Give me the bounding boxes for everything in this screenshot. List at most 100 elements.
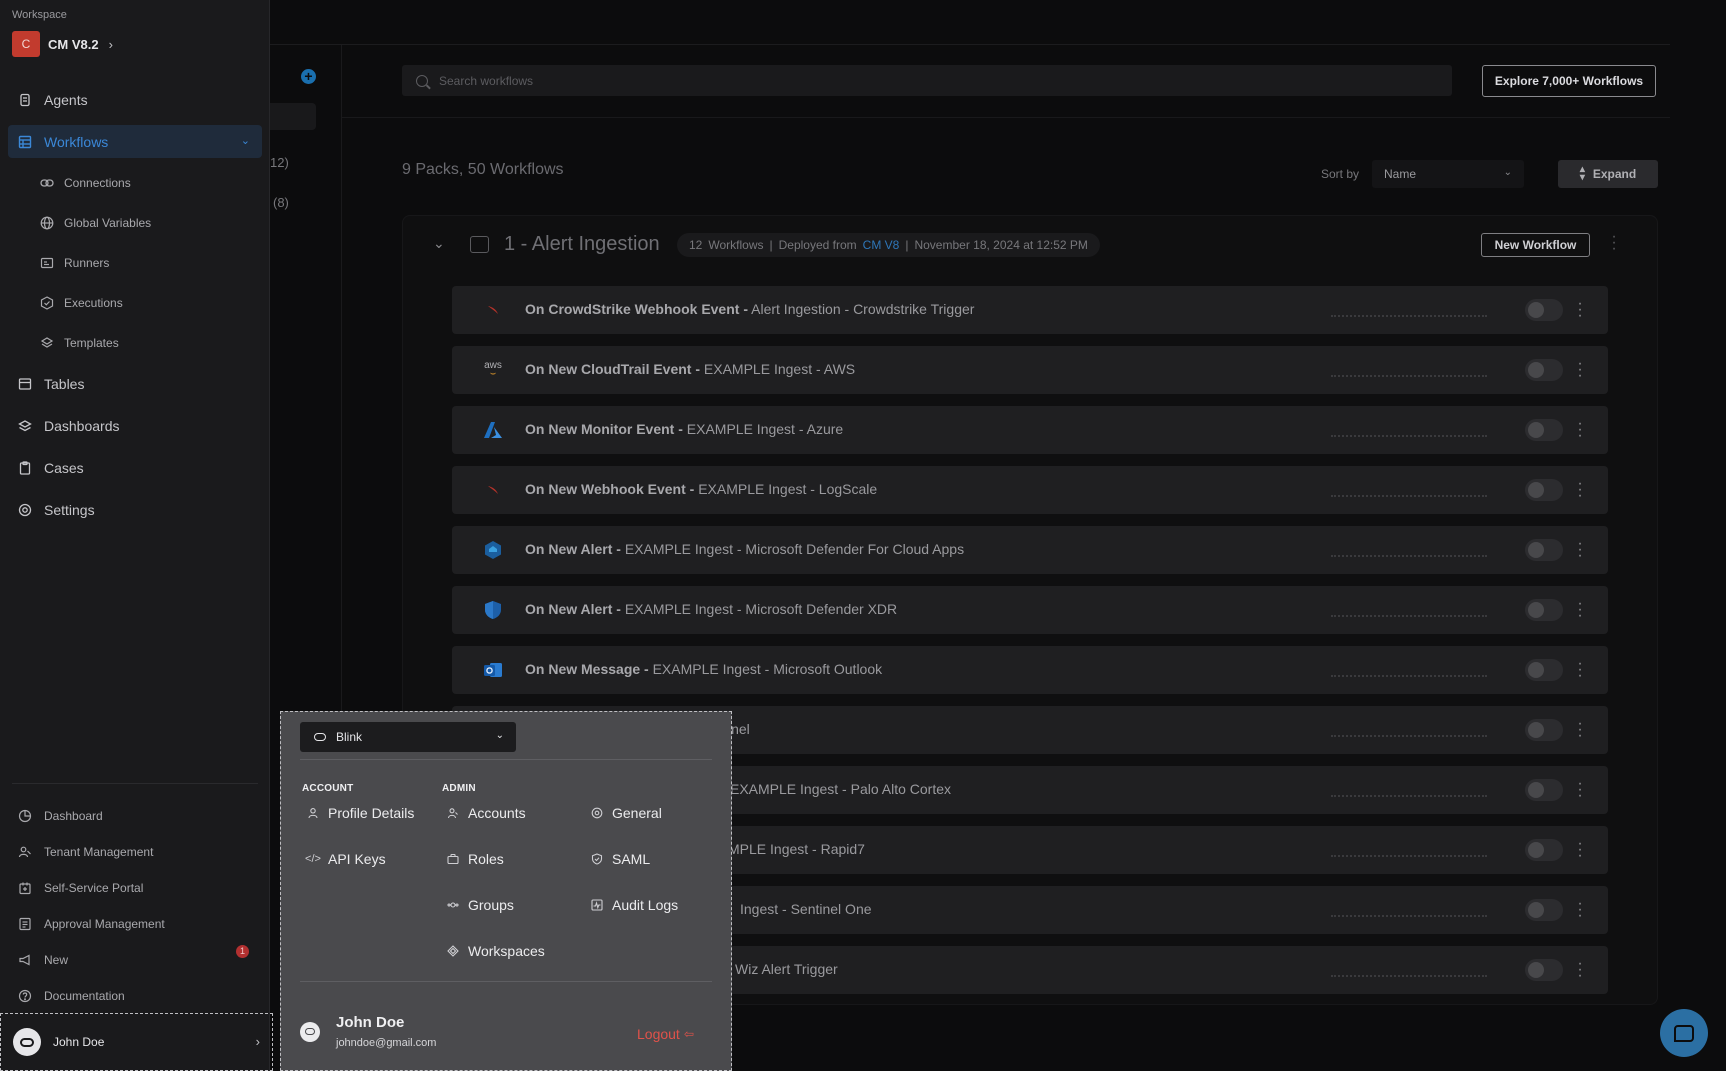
crowdstrike-icon [483,480,503,500]
more-options-icon[interactable]: · · · [1576,656,1584,684]
sidebar-item-runners[interactable]: Runners [8,246,262,279]
more-options-icon[interactable]: · · · [1576,476,1584,504]
pack-more-icon[interactable]: · · · [1610,229,1618,257]
accounts-link[interactable]: Accounts [447,805,526,821]
logout-button[interactable]: Logout ⇦ [637,1026,694,1042]
general-link[interactable]: General [591,805,662,821]
workflow-enable-toggle[interactable] [1525,719,1563,741]
more-options-icon[interactable]: · · · [1576,416,1584,444]
more-options-icon[interactable]: · · · [1576,356,1584,384]
sidebar-item-cases[interactable]: Cases [8,451,262,484]
workflow-enable-toggle[interactable] [1525,419,1563,441]
user-menu-trigger[interactable]: John Doe › [0,1013,273,1071]
workspace-switcher[interactable]: C CM V8.2 › [12,31,113,57]
sidebar-item-tables[interactable]: Tables [8,367,262,400]
sidebar-item-dashboard[interactable]: Dashboard [8,799,262,832]
workflow-name: EXAMPLE Ingest - Microsoft Defender XDR [624,601,898,617]
workflow-enable-toggle[interactable] [1525,299,1563,321]
workflow-enable-toggle[interactable] [1525,839,1563,861]
more-options-icon[interactable]: · · · [1576,296,1584,324]
workflow-enable-toggle[interactable] [1525,539,1563,561]
workflow-row[interactable]: On New Alert - EXAMPLE Ingest - Microsof… [452,586,1608,634]
divider [342,117,1670,118]
workflow-row[interactable]: On CrowdStrike Webhook Event - Alert Ing… [452,286,1608,334]
gear-icon [591,807,603,819]
profile-details-link[interactable]: Profile Details [307,805,414,821]
workflow-title: MPLE Ingest - Rapid7 [728,841,865,857]
sidebar-item-tenant-management[interactable]: Tenant Management [8,835,262,868]
workflow-enable-toggle[interactable] [1525,359,1563,381]
search-input[interactable]: Search workflows [402,65,1452,96]
workflow-name: Ingest - Sentinel One [740,901,872,917]
sidebar-item-approval-management[interactable]: Approval Management [8,907,262,940]
pack-source-link[interactable]: CM V8 [863,238,900,252]
sort-select[interactable]: Name ⌄ [1372,160,1524,188]
run-history-placeholder [1331,915,1487,917]
audit-logs-link[interactable]: Audit Logs [591,897,678,913]
crowdstrike-icon [483,300,503,320]
workflow-name: EXAMPLE Ingest - Palo Alto Cortex [730,781,951,797]
profile-details-label: Profile Details [328,805,415,821]
sort-value: Name [1384,167,1417,181]
sidebar-item-self-service-portal[interactable]: Self-Service Portal [8,871,262,904]
sidebar-item-executions[interactable]: Executions [8,286,262,319]
tenant-select[interactable]: Blink ⌄ [300,722,516,752]
more-options-icon[interactable]: · · · [1576,956,1584,984]
workflow-trigger: On New Monitor Event - [525,421,683,437]
workflow-row[interactable]: aws ⌣ On New CloudTrail Event - EXAMPLE In… [452,346,1608,394]
sidebar-item-dashboards[interactable]: Dashboards [8,409,262,442]
more-options-icon[interactable]: · · · [1576,716,1584,744]
workflow-enable-toggle[interactable] [1525,959,1563,981]
more-options-icon[interactable]: · · · [1576,536,1584,564]
sidebar-item-label: Executions [64,295,123,310]
workflow-trigger: On New Alert - [525,541,621,557]
pack-deployed-from: Deployed from [778,238,857,252]
sidebar-item-settings[interactable]: Settings [8,493,262,526]
chevron-down-icon: ⌄ [240,135,250,147]
workflow-name: EXAMPLE Ingest - LogScale [698,481,878,497]
sidebar-item-documentation[interactable]: Documentation [8,979,262,1012]
roles-link[interactable]: Roles [447,851,504,867]
more-options-icon[interactable]: · · · [1576,836,1584,864]
add-pack-button[interactable]: + [301,69,316,84]
run-history-placeholder [1331,555,1487,557]
api-keys-link[interactable]: </> API Keys [305,851,386,867]
workflow-row[interactable]: On New Monitor Event - EXAMPLE Ingest - … [452,406,1608,454]
sidebar-item-templates[interactable]: Templates [8,326,262,359]
sidebar-item-agents[interactable]: Agents [8,83,262,116]
workspaces-link[interactable]: Workspaces [447,943,545,959]
workflow-enable-toggle[interactable] [1525,659,1563,681]
workflow-row[interactable]: On New Message - EXAMPLE Ingest - Micros… [452,646,1608,694]
sidebar-item-new[interactable]: New [8,943,262,976]
sidebar-item-label: New [44,952,69,967]
sidebar-item-label: Connections [64,175,131,190]
sidebar-item-label: Settings [44,501,95,518]
workflow-title: On New CloudTrail Event - EXAMPLE Ingest… [525,361,855,377]
workflow-row[interactable]: On New Webhook Event - EXAMPLE Ingest - … [452,466,1608,514]
chevron-right-icon: › [255,1034,260,1049]
more-options-icon[interactable]: · · · [1576,896,1584,924]
packs-sidebar-selected-item[interactable] [270,103,316,130]
chat-support-button[interactable] [1660,1009,1708,1057]
saml-link[interactable]: SAML [591,851,650,867]
explore-workflows-button[interactable]: Explore 7,000+ Workflows [1482,65,1656,97]
groups-label: Groups [468,897,514,913]
workflow-enable-toggle[interactable] [1525,479,1563,501]
expand-button[interactable]: ▴ ▾ Expand [1558,160,1658,188]
more-options-icon[interactable]: · · · [1576,776,1584,804]
sidebar-item-global-variables[interactable]: Global Variables [8,206,262,239]
groups-link[interactable]: Groups [447,897,514,913]
workflow-enable-toggle[interactable] [1525,599,1563,621]
pack-collapse-chevron-icon[interactable]: ⌄ [433,235,445,252]
workflow-row[interactable]: On New Alert - EXAMPLE Ingest - Microsof… [452,526,1608,574]
sidebar-item-label: Global Variables [64,215,152,230]
workflow-name: Alert Ingestion - Crowdstrike Trigger [751,301,975,317]
run-history-placeholder [1331,675,1487,677]
new-workflow-button[interactable]: New Workflow [1481,233,1590,257]
sidebar-item-workflows[interactable]: Workflows ⌄ [8,125,262,158]
workflow-enable-toggle[interactable] [1525,899,1563,921]
more-options-icon[interactable]: · · · [1576,596,1584,624]
workflow-enable-toggle[interactable] [1525,779,1563,801]
audit-logs-label: Audit Logs [612,897,679,913]
sidebar-item-connections[interactable]: Connections [8,166,262,199]
